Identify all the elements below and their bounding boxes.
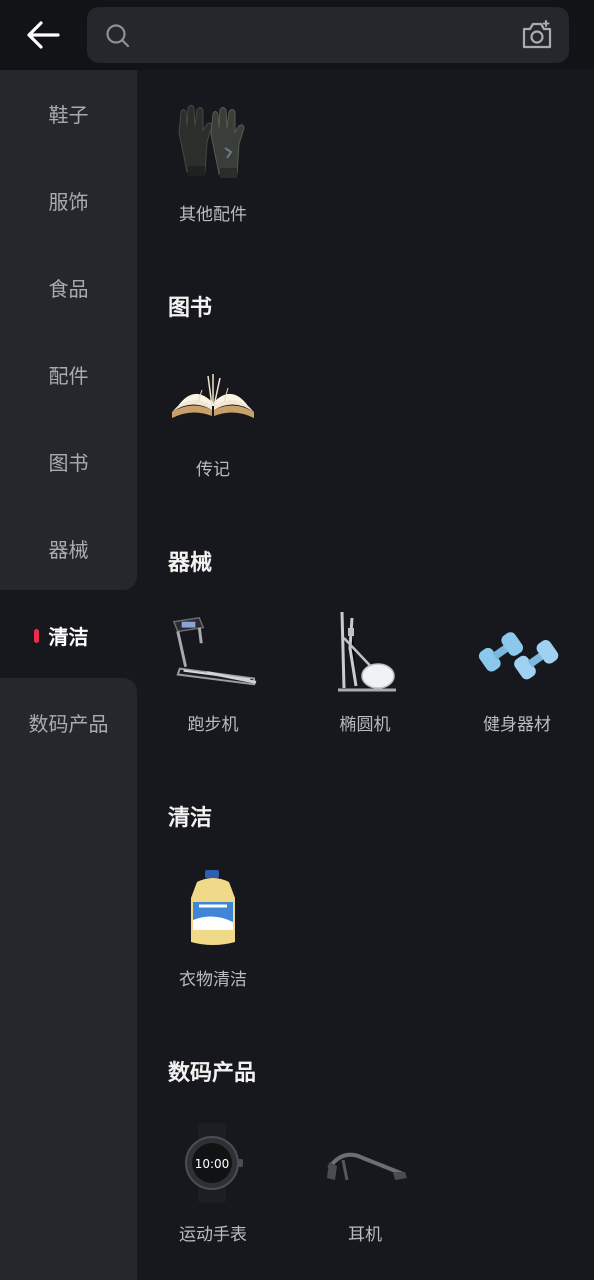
search-input[interactable]: [143, 17, 503, 53]
sidebar-item-label: 配件: [48, 364, 89, 388]
product-label: 其他配件: [179, 205, 247, 225]
sidebar-item-label: 数码产品: [28, 712, 109, 736]
section-title-digital: 数码产品: [168, 1061, 257, 1086]
smartwatch-image: 10:00: [168, 1118, 258, 1208]
sidebar-item-label: 食品: [48, 277, 89, 301]
sidebar-item-label: 器械: [48, 538, 89, 562]
gloves-image: [168, 98, 258, 188]
product-treadmill[interactable]: 跑步机: [137, 608, 289, 758]
product-label: 传记: [196, 460, 230, 480]
treadmill-image: [168, 608, 258, 698]
sidebar-item-apparel[interactable]: 服饰: [0, 157, 137, 244]
sidebar-item-books[interactable]: 图书: [0, 418, 137, 505]
product-laundry-cleaning[interactable]: 衣物清洁: [137, 863, 289, 1013]
product-other-accessories[interactable]: 其他配件: [137, 98, 289, 248]
sidebar-item-digital[interactable]: 数码产品: [0, 679, 137, 766]
section-title-books: 图书: [168, 296, 213, 321]
top-bar: [0, 0, 594, 70]
product-label: 椭圆机: [339, 715, 391, 735]
sidebar-item-cleaning[interactable]: 清洁: [0, 592, 137, 679]
sidebar-item-food[interactable]: 食品: [0, 244, 137, 331]
dumbbells-image: [472, 608, 562, 698]
laundry-detergent-image: [168, 863, 258, 953]
product-headphones[interactable]: 耳机: [289, 1118, 441, 1268]
product-label: 耳机: [348, 1225, 382, 1245]
product-label: 运动手表: [179, 1225, 247, 1245]
section-title-cleaning: 清洁: [168, 806, 213, 831]
product-elliptical[interactable]: 椭圆机: [289, 608, 441, 758]
product-biography[interactable]: 传记: [137, 353, 289, 503]
open-book-image: [168, 353, 258, 443]
product-fitness-equipment[interactable]: 健身器材: [441, 608, 593, 758]
camera-icon[interactable]: [521, 20, 553, 50]
sidebar-item-label: 服饰: [48, 190, 89, 214]
section-title-equipment: 器械: [168, 551, 213, 576]
sidebar-item-label: 图书: [48, 451, 89, 475]
search-box[interactable]: [87, 7, 569, 63]
search-icon: [106, 24, 130, 48]
back-button[interactable]: [18, 12, 68, 58]
elliptical-machine-image: [320, 608, 410, 698]
sidebar-item-accessories[interactable]: 配件: [0, 331, 137, 418]
back-arrow-icon: [27, 21, 60, 49]
category-content: 其他配件 图书 传记 器械 跑步机 椭圆机 健身器材 清洁 衣物清洁 数码产品 …: [137, 70, 594, 1280]
sidebar-item-shoes[interactable]: 鞋子: [0, 70, 137, 157]
product-label: 衣物清洁: [179, 970, 247, 990]
product-sports-watch[interactable]: 10:00 运动手表: [137, 1118, 289, 1268]
headphones-image: [320, 1118, 410, 1208]
product-label: 健身器材: [483, 715, 551, 735]
watch-time: 10:00: [195, 1157, 230, 1171]
sidebar-item-label: 鞋子: [48, 103, 89, 127]
sidebar-panel-bottom: [0, 678, 137, 1280]
category-sidebar: 鞋子 服饰 食品 配件 图书 器械 清洁 数码产品: [0, 70, 137, 1280]
product-label: 跑步机: [187, 715, 239, 735]
sidebar-item-equipment[interactable]: 器械: [0, 505, 137, 592]
active-indicator: [34, 629, 39, 643]
sidebar-item-label: 清洁: [48, 625, 89, 649]
